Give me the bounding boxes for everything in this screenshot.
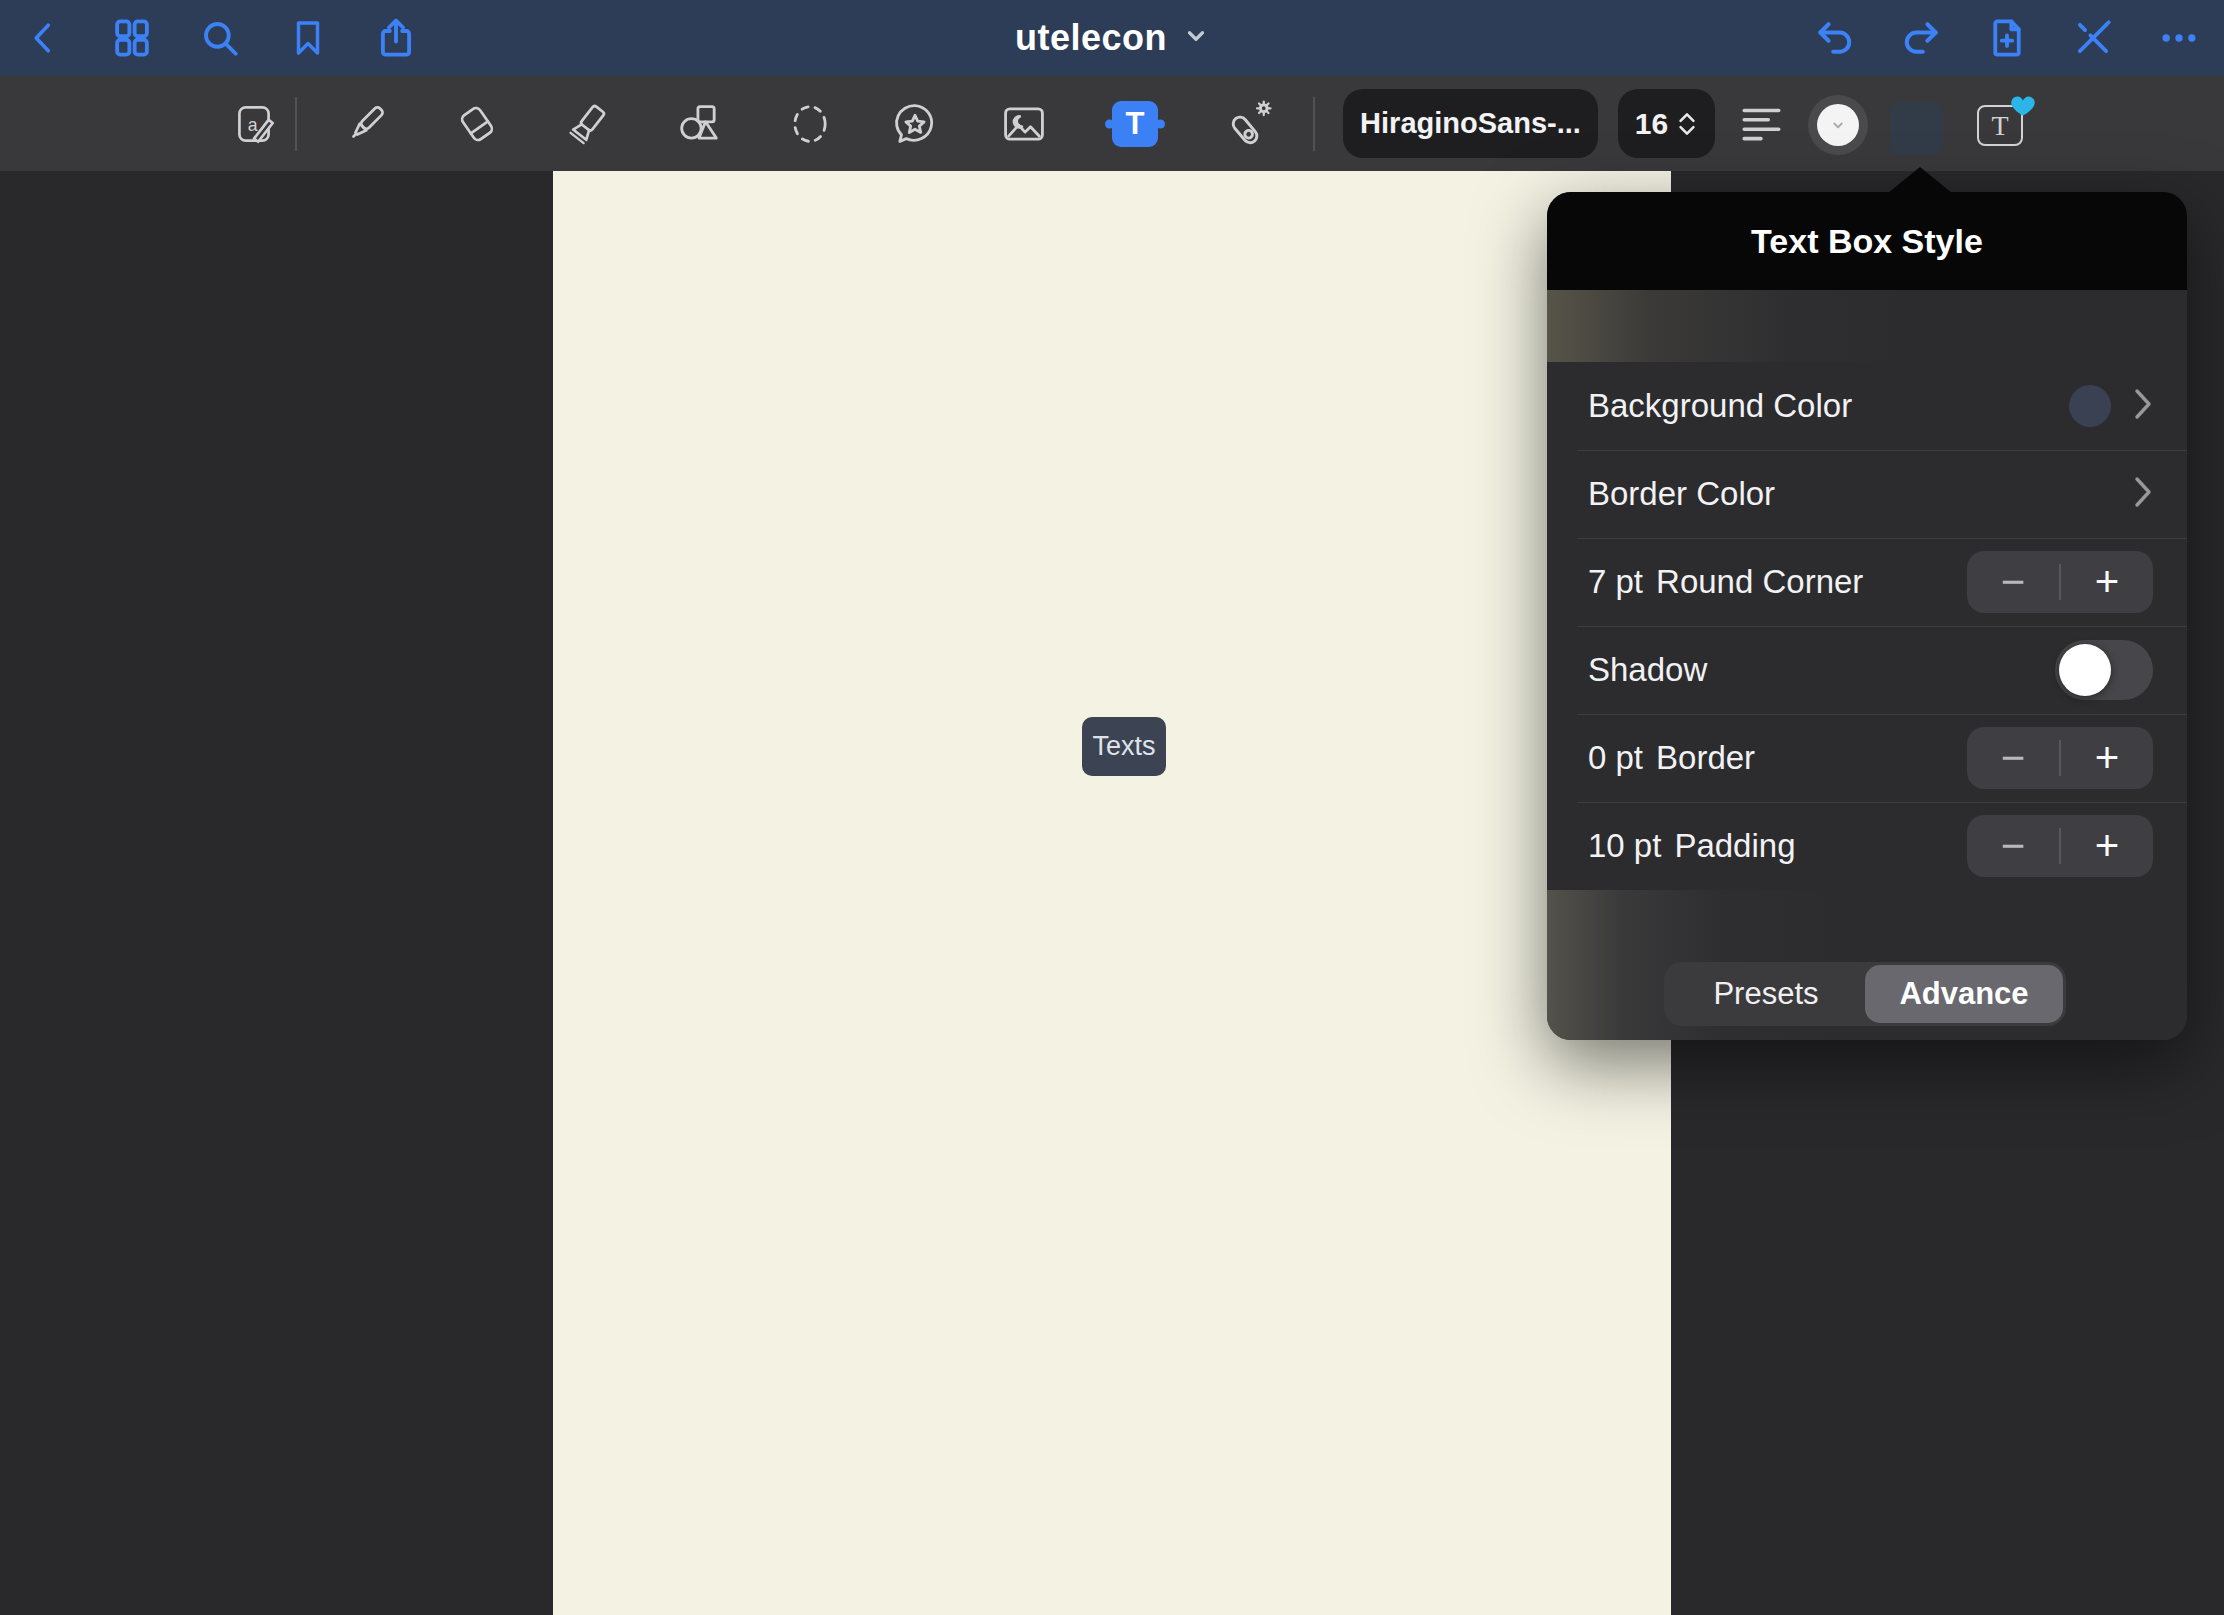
document-title-group[interactable]: utelecon	[1015, 0, 1209, 76]
padding-stepper: − +	[1967, 815, 2153, 877]
title-chevron-down-icon	[1183, 23, 1209, 53]
shadow-row: Shadow	[1547, 626, 2187, 714]
chevron-right-icon	[2133, 387, 2153, 425]
current-color-swatch	[1817, 104, 1859, 146]
lasso-tool-icon[interactable]	[784, 98, 836, 150]
note-page[interactable]: Texts	[553, 171, 1671, 1615]
text-color-button[interactable]	[1808, 95, 1868, 155]
padding-row: 10 pt Padding − +	[1547, 802, 2187, 890]
row-label: Padding	[1674, 827, 1795, 865]
pen-tool-icon[interactable]	[341, 99, 391, 149]
stylus-icon[interactable]	[2071, 16, 2115, 60]
plus-button[interactable]: +	[2061, 815, 2153, 877]
background-color-swatch	[2069, 385, 2111, 427]
text-align-icon[interactable]	[1739, 102, 1785, 146]
top-navigation-bar: utelecon	[0, 0, 2224, 76]
plus-button[interactable]: +	[2061, 551, 2153, 613]
border-width-stepper: − +	[1967, 727, 2153, 789]
text-box-style-popover: Text Box Style Background Color Border C…	[1547, 192, 2187, 1040]
segment-advance[interactable]: Advance	[1865, 965, 2063, 1023]
style-settings-list: Background Color Border Color 7 pt Round…	[1547, 362, 2187, 890]
round-corner-stepper: − +	[1967, 551, 2153, 613]
eraser-tool-icon[interactable]	[452, 99, 502, 149]
font-family-button[interactable]: HiraginoSans-...	[1343, 89, 1598, 158]
row-label: Border Color	[1588, 475, 1775, 513]
minus-button[interactable]: −	[1967, 815, 2059, 877]
bookmark-icon[interactable]	[286, 16, 330, 60]
text-box-style-button[interactable]	[1890, 102, 1943, 155]
search-icon[interactable]	[198, 16, 242, 60]
mode-segmented-control: Presets Advance	[1664, 962, 2066, 1026]
popover-preview-strip	[1547, 290, 2187, 362]
popover-footer: Presets Advance	[1547, 890, 2187, 1040]
popover-title: Text Box Style	[1751, 222, 1983, 261]
document-title: utelecon	[1015, 17, 1167, 59]
plus-button[interactable]: +	[2061, 727, 2153, 789]
toolbar-divider	[295, 97, 297, 151]
background-color-row[interactable]: Background Color	[1547, 362, 2187, 450]
font-family-label: HiraginoSans-...	[1360, 107, 1581, 140]
text-object[interactable]: Texts	[1082, 717, 1166, 776]
chevron-right-icon	[2133, 475, 2153, 513]
round-corner-value: 7 pt	[1588, 563, 1643, 601]
row-label: Round Corner	[1656, 563, 1863, 601]
row-label: Border	[1656, 739, 1755, 777]
font-size-value: 16	[1635, 107, 1668, 141]
image-tool-icon[interactable]	[998, 98, 1050, 150]
minus-button[interactable]: −	[1967, 727, 2059, 789]
segment-presets[interactable]: Presets	[1667, 965, 1865, 1023]
svg-text:a: a	[248, 115, 258, 135]
border-color-row[interactable]: Border Color	[1547, 450, 2187, 538]
sticker-tool-icon[interactable]	[889, 98, 941, 150]
row-label: Background Color	[1588, 387, 1852, 425]
popover-header: Text Box Style	[1547, 192, 2187, 290]
add-page-icon[interactable]	[1985, 16, 2029, 60]
minus-button[interactable]: −	[1967, 551, 2059, 613]
row-label: Shadow	[1588, 651, 1707, 689]
toolbar-divider	[1313, 97, 1315, 151]
border-width-value: 0 pt	[1588, 739, 1643, 777]
text-box-favorite-icon[interactable]: T	[1977, 97, 2035, 149]
tool-bar: a T HiraginoSans-...	[0, 76, 2224, 171]
shadow-toggle[interactable]	[2055, 640, 2153, 700]
laser-tool-icon[interactable]	[1221, 97, 1275, 151]
share-icon[interactable]	[374, 16, 418, 60]
screen: utelecon a	[0, 0, 2224, 1615]
redo-icon[interactable]	[1899, 16, 1943, 60]
toggle-knob	[2059, 644, 2111, 696]
padding-value: 10 pt	[1588, 827, 1661, 865]
highlighter-tool-icon[interactable]	[563, 99, 613, 149]
undo-icon[interactable]	[1813, 16, 1857, 60]
shapes-tool-icon[interactable]	[673, 98, 725, 150]
page-grid-icon[interactable]	[110, 16, 154, 60]
text-tool-icon[interactable]: T	[1112, 101, 1158, 147]
heart-badge-icon	[2011, 95, 2035, 117]
border-width-row: 0 pt Border − +	[1547, 714, 2187, 802]
back-icon[interactable]	[22, 16, 66, 60]
round-corner-row: 7 pt Round Corner − +	[1547, 538, 2187, 626]
font-size-stepper[interactable]: 16	[1618, 89, 1715, 158]
tool-mode-icon[interactable]: a	[229, 99, 279, 149]
more-icon[interactable]	[2157, 16, 2201, 60]
